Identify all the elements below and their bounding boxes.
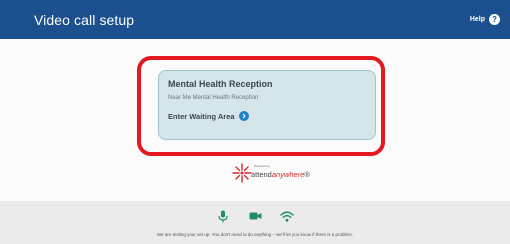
logo-mark-icon: [232, 163, 252, 183]
microphone-icon: [216, 209, 230, 223]
camera-icon: [248, 209, 262, 223]
device-test-footer: We are testing your set up. You don't ne…: [0, 201, 510, 244]
enter-waiting-area-button[interactable]: Enter Waiting Area: [168, 111, 366, 121]
brand-name: attendanywhere®: [251, 170, 310, 179]
wifi-icon: [280, 209, 294, 223]
clinic-subtitle: Near Me Mental Health Reception: [168, 95, 259, 101]
enter-waiting-area-label: Enter Waiting Area: [168, 111, 235, 121]
testing-status-message: We are testing your set up. You don't ne…: [156, 232, 353, 237]
waiting-area-card[interactable]: Mental Health Reception Near Me Mental H…: [158, 70, 376, 140]
clinic-title: Mental Health Reception: [168, 79, 273, 89]
help-label: Help: [469, 16, 485, 23]
help-circle-icon: ?: [489, 14, 500, 25]
page-title: Video call setup: [34, 11, 135, 28]
help-button[interactable]: Help ?: [470, 14, 500, 25]
attend-anywhere-logo: Powered by attendanywhere®: [229, 160, 311, 186]
app-header: Video call setup Help ?: [0, 0, 510, 39]
device-test-icons: [0, 209, 510, 223]
powered-by-text: Powered by: [254, 164, 270, 168]
chevron-right-circle-icon: [238, 111, 249, 121]
